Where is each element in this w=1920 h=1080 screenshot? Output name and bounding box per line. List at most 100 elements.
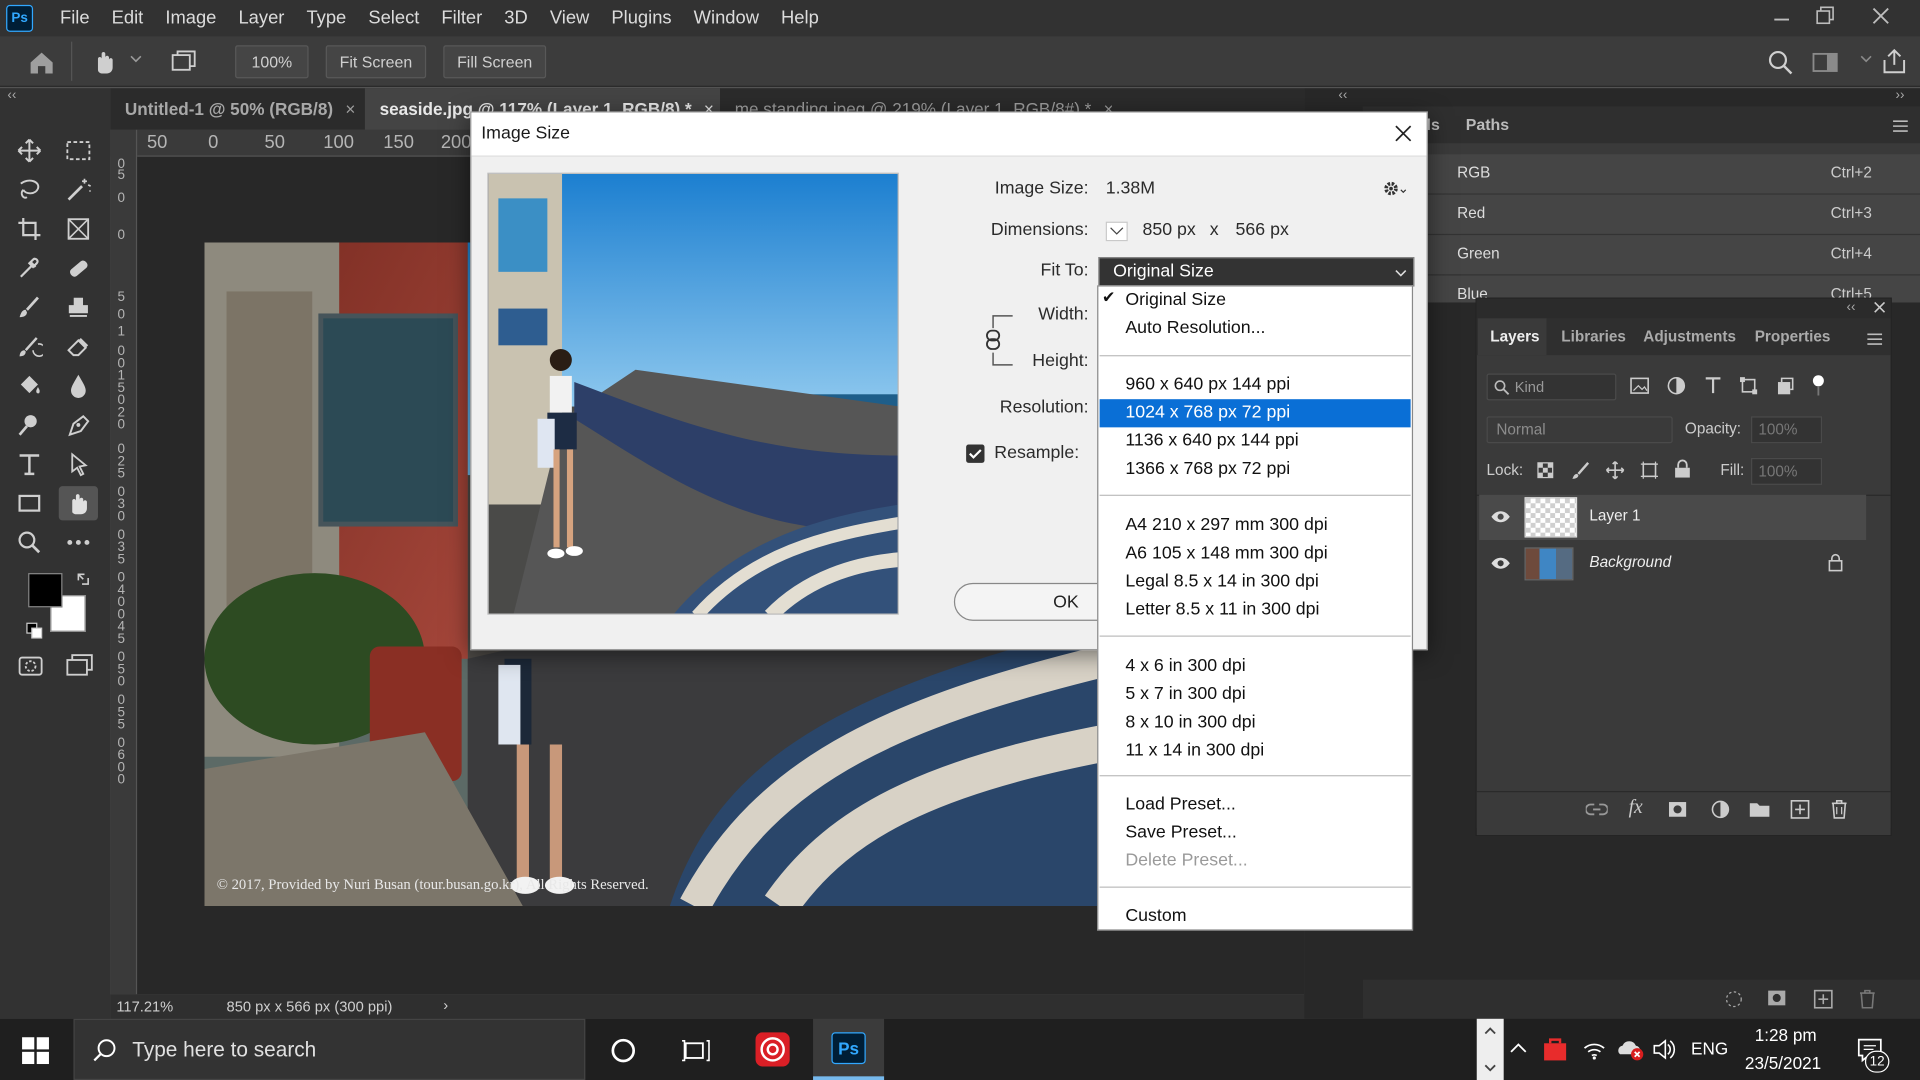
magic-wand-icon[interactable] xyxy=(59,173,98,207)
menu-help[interactable]: Help xyxy=(770,0,830,37)
channel-row-rgb[interactable]: RGB Ctrl+2 xyxy=(1362,154,1920,195)
channel-row-red[interactable]: Red Ctrl+3 xyxy=(1362,194,1920,236)
fit-option-14[interactable]: Load Preset... xyxy=(1100,791,1411,819)
healing-brush-icon[interactable] xyxy=(59,251,98,285)
more-tools-icon[interactable] xyxy=(59,525,98,559)
close-icon[interactable] xyxy=(1870,2,1892,31)
fit-option-17[interactable]: Custom xyxy=(1100,902,1411,930)
swap-colors-icon[interactable] xyxy=(75,571,92,588)
fit-option-3[interactable]: 1024 x 768 px 72 ppi xyxy=(1099,399,1411,428)
fit-option-13[interactable]: 11 x 14 in 300 dpi xyxy=(1100,737,1411,765)
taskbar-search-box[interactable]: Type here to search xyxy=(73,1018,586,1080)
minimize-icon[interactable] xyxy=(1772,2,1792,31)
clone-stamp-icon[interactable] xyxy=(59,290,98,324)
fit-option-8[interactable]: Legal 8.5 x 14 in 300 dpi xyxy=(1100,568,1411,596)
app-tray-icon[interactable] xyxy=(1542,1036,1569,1063)
lock-position-icon[interactable] xyxy=(1605,460,1625,480)
fit-to-dropdown[interactable]: Original Size xyxy=(1098,257,1415,287)
image-preview[interactable] xyxy=(487,172,899,615)
fit-option-9[interactable]: Letter 8.5 x 11 in 300 dpi xyxy=(1100,596,1411,624)
panel-menu-icon[interactable] xyxy=(1892,119,1909,134)
fit-option-7[interactable]: A6 105 x 148 mm 300 dpi xyxy=(1100,540,1411,568)
home-icon[interactable] xyxy=(27,49,56,76)
delete-channel-icon[interactable] xyxy=(1859,989,1876,1009)
collapse-panel-icon[interactable]: ‹‹ xyxy=(1847,300,1856,315)
menu-3d[interactable]: 3D xyxy=(493,0,539,37)
hand-tool-icon[interactable] xyxy=(58,486,98,521)
menu-filter[interactable]: Filter xyxy=(430,0,493,37)
brush-tool-icon[interactable] xyxy=(10,290,49,324)
paint-bucket-icon[interactable] xyxy=(10,369,49,403)
channel-row-green[interactable]: Green Ctrl+4 xyxy=(1362,235,1920,276)
frame-tool-icon[interactable] xyxy=(59,212,98,246)
filter-smart-object-icon[interactable] xyxy=(1776,376,1796,396)
visibility-eye-icon[interactable] xyxy=(1490,509,1511,524)
task-view-icon[interactable] xyxy=(681,1037,710,1064)
layer-filter-kind[interactable]: Kind xyxy=(1486,373,1617,401)
move-tool-icon[interactable] xyxy=(10,133,49,167)
menu-select[interactable]: Select xyxy=(357,0,430,37)
new-channel-icon[interactable] xyxy=(1813,989,1833,1009)
tab-paths[interactable]: Paths xyxy=(1466,115,1509,133)
fit-option-4[interactable]: 1136 x 640 px 144 ppi xyxy=(1100,427,1411,455)
close-tab-icon[interactable]: × xyxy=(345,99,355,119)
blend-mode-dropdown[interactable]: Normal xyxy=(1486,416,1673,444)
path-selection-icon[interactable] xyxy=(59,447,98,481)
menu-plugins[interactable]: Plugins xyxy=(600,0,682,37)
tab-properties[interactable]: Properties xyxy=(1755,328,1831,345)
workspace-icon[interactable] xyxy=(1812,51,1839,73)
share-icon[interactable] xyxy=(1880,47,1909,76)
blur-tool-icon[interactable] xyxy=(59,369,98,403)
menu-window[interactable]: Window xyxy=(683,0,770,37)
tab-layers[interactable]: Layers xyxy=(1490,328,1539,345)
load-selection-icon[interactable] xyxy=(1724,989,1744,1009)
volume-icon[interactable] xyxy=(1652,1038,1676,1060)
chevron-down-icon[interactable] xyxy=(1859,51,1874,66)
filter-adjustment-icon[interactable] xyxy=(1667,376,1687,396)
tab-channels[interactable]: ls xyxy=(1427,115,1440,133)
tab-adjustments[interactable]: Adjustments xyxy=(1643,328,1736,345)
constrain-proportions-icon[interactable] xyxy=(983,313,1017,367)
lasso-tool-icon[interactable] xyxy=(10,173,49,207)
collapse-left-icon[interactable]: ‹‹ xyxy=(7,88,16,103)
new-layer-icon[interactable] xyxy=(1790,800,1810,820)
resample-checkbox[interactable] xyxy=(966,444,985,463)
clock-date[interactable]: 23/5/2021 xyxy=(1745,1053,1821,1073)
type-tool-icon[interactable] xyxy=(10,447,49,481)
hand-tool-icon[interactable] xyxy=(91,48,118,77)
fit-option-11[interactable]: 5 x 7 in 300 dpi xyxy=(1100,681,1411,709)
close-panel-icon[interactable] xyxy=(1873,301,1886,313)
windows-start-icon[interactable] xyxy=(22,1037,49,1065)
zoom-100-button[interactable]: 100% xyxy=(235,45,309,79)
pen-tool-icon[interactable] xyxy=(59,408,98,442)
fit-option-0[interactable]: Original Size xyxy=(1100,287,1411,315)
collapse-right-icon[interactable]: ›› xyxy=(1896,88,1905,103)
fill-field[interactable]: 100% xyxy=(1751,457,1823,485)
opacity-field[interactable]: 100% xyxy=(1751,416,1823,444)
marquee-tool-icon[interactable] xyxy=(59,133,98,167)
menu-image[interactable]: Image xyxy=(154,0,227,37)
menu-type[interactable]: Type xyxy=(295,0,357,37)
zoom-level[interactable]: 117.21% xyxy=(116,998,173,1015)
fit-option-6[interactable]: A4 210 x 297 mm 300 dpi xyxy=(1100,512,1411,540)
history-brush-icon[interactable] xyxy=(10,329,49,363)
dodge-tool-icon[interactable] xyxy=(10,408,49,442)
layer-row-background[interactable]: Background xyxy=(1479,541,1867,587)
dimensions-unit-dropdown[interactable] xyxy=(1105,221,1128,242)
lock-all-icon[interactable] xyxy=(1674,459,1691,479)
screen-mode-icon[interactable] xyxy=(65,653,94,677)
filter-toggle-icon[interactable] xyxy=(1811,375,1826,397)
collapse-docs-icon[interactable]: ‹‹ xyxy=(1338,88,1347,103)
taskbar-scroll[interactable] xyxy=(1476,1018,1504,1080)
lock-pixels-icon[interactable] xyxy=(1571,460,1591,480)
eyedropper-icon[interactable] xyxy=(10,251,49,285)
wifi-icon[interactable] xyxy=(1582,1038,1606,1060)
dialog-close-icon[interactable] xyxy=(1392,122,1414,144)
fit-option-2[interactable]: 960 x 640 px 144 ppi xyxy=(1100,371,1411,399)
menu-layer[interactable]: Layer xyxy=(227,0,295,37)
fx-icon[interactable]: fx xyxy=(1629,797,1643,819)
adjustment-layer-icon[interactable] xyxy=(1711,800,1731,820)
clock-time[interactable]: 1:28 pm xyxy=(1755,1025,1817,1045)
onedrive-icon[interactable] xyxy=(1616,1037,1645,1061)
menu-file[interactable]: File xyxy=(49,0,101,37)
